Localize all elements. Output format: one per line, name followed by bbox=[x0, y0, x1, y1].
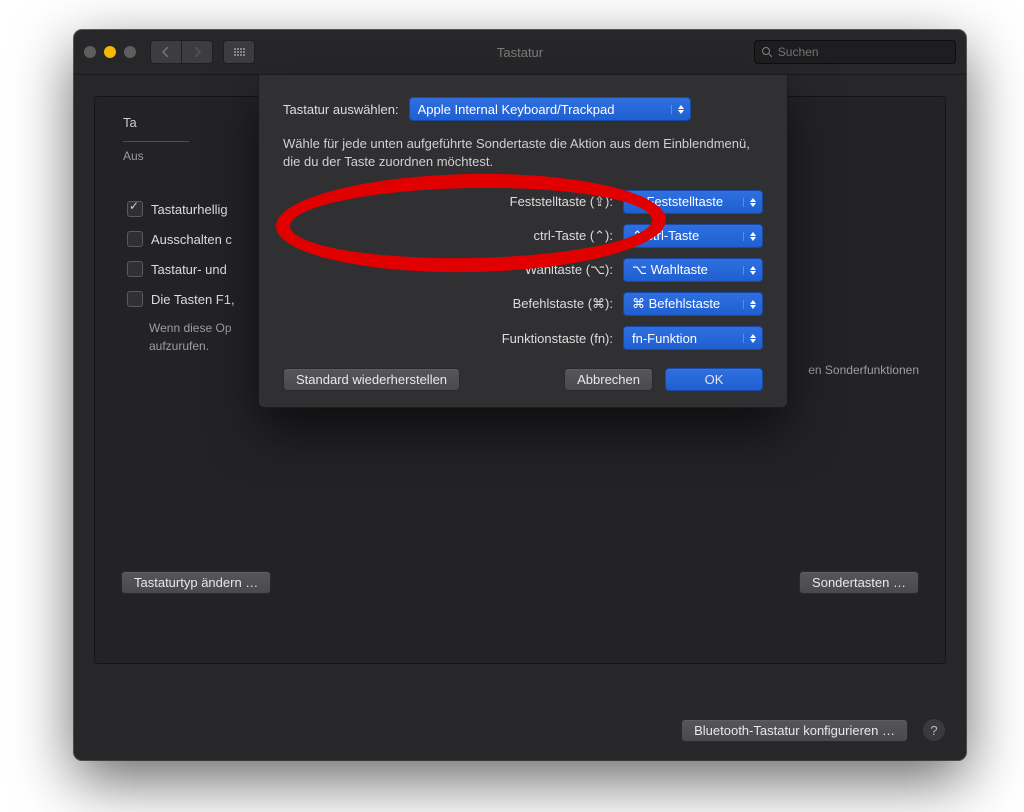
show-all-button[interactable] bbox=[223, 40, 255, 64]
tab-sub-fragment: Aus bbox=[123, 149, 144, 163]
function-label: Funktionstaste (fn): bbox=[502, 331, 613, 346]
chevron-updown-icon bbox=[743, 198, 762, 207]
checkbox-subtext: aufzurufen. bbox=[149, 339, 235, 353]
control-label: ctrl-Taste (⌃): bbox=[533, 228, 613, 244]
preferences-window: Tastatur Ta Aus Tastaturhellig Ausschalt… bbox=[74, 30, 966, 760]
ok-button[interactable]: OK bbox=[665, 368, 763, 391]
close-icon[interactable] bbox=[84, 46, 96, 58]
select-keyboard-dropdown[interactable]: Apple Internal Keyboard/Trackpad bbox=[409, 97, 691, 121]
control-dropdown[interactable]: ⌃ ctrl-Taste bbox=[623, 224, 763, 248]
checkbox-row[interactable]: Tastaturhellig bbox=[127, 201, 235, 217]
sheet-description: Wähle für jede unten aufgeführte Sondert… bbox=[283, 135, 763, 170]
capslock-dropdown[interactable]: ⇪ Feststelltaste bbox=[623, 190, 763, 214]
search-input[interactable] bbox=[776, 44, 949, 60]
cancel-button[interactable]: Abbrechen bbox=[564, 368, 653, 391]
traffic-lights bbox=[84, 46, 136, 58]
panel-bottom-buttons: Tastaturtyp ändern … Sondertasten … bbox=[121, 571, 919, 594]
select-keyboard-label: Tastatur auswählen: bbox=[283, 102, 399, 117]
checkbox-label: Tastatur- und bbox=[151, 262, 227, 277]
dropdown-value: fn-Funktion bbox=[624, 331, 743, 346]
modifier-keys-button[interactable]: Sondertasten … bbox=[799, 571, 919, 594]
dropdown-value: ⌘ Befehlstaste bbox=[624, 296, 743, 312]
checkbox-label: Ausschalten c bbox=[151, 232, 232, 247]
chevron-updown-icon bbox=[743, 266, 762, 275]
help-button[interactable]: ? bbox=[922, 718, 946, 742]
function-dropdown[interactable]: fn-Funktion bbox=[623, 326, 763, 350]
chevron-updown-icon bbox=[743, 334, 762, 343]
dropdown-value: ⌥ Wahltaste bbox=[624, 262, 743, 278]
note-fragment: en Sonderfunktionen bbox=[808, 363, 919, 377]
titlebar: Tastatur bbox=[74, 30, 966, 75]
grid-icon bbox=[234, 48, 245, 56]
change-keyboard-type-button[interactable]: Tastaturtyp ändern … bbox=[121, 571, 271, 594]
nav-buttons bbox=[150, 40, 213, 64]
chevron-updown-icon bbox=[743, 232, 762, 241]
capslock-label: Feststelltaste (⇪): bbox=[510, 194, 613, 210]
search-field[interactable] bbox=[754, 40, 956, 64]
dropdown-value: Apple Internal Keyboard/Trackpad bbox=[410, 102, 671, 117]
checkbox-icon[interactable] bbox=[127, 291, 143, 307]
dropdown-value: ⌃ ctrl-Taste bbox=[624, 228, 743, 244]
bluetooth-keyboard-button[interactable]: Bluetooth-Tastatur konfigurieren … bbox=[681, 719, 908, 742]
command-label: Befehlstaste (⌘): bbox=[513, 296, 613, 312]
search-icon bbox=[761, 46, 772, 58]
chevron-updown-icon bbox=[743, 300, 762, 309]
window-bottom-row: Bluetooth-Tastatur konfigurieren … ? bbox=[681, 718, 946, 742]
checkbox-label: Tastaturhellig bbox=[151, 202, 228, 217]
tab-underline bbox=[123, 141, 189, 142]
zoom-icon[interactable] bbox=[124, 46, 136, 58]
forward-button[interactable] bbox=[181, 40, 213, 64]
checkbox-label: Die Tasten F1, bbox=[151, 292, 235, 307]
option-dropdown[interactable]: ⌥ Wahltaste bbox=[623, 258, 763, 282]
chevron-updown-icon bbox=[671, 105, 690, 114]
checkbox-row[interactable]: Die Tasten F1, bbox=[127, 291, 235, 307]
back-button[interactable] bbox=[150, 40, 182, 64]
dropdown-value: ⇪ Feststelltaste bbox=[624, 194, 743, 210]
checkbox-icon[interactable] bbox=[127, 201, 143, 217]
checkbox-icon[interactable] bbox=[127, 231, 143, 247]
option-label: Wahltaste (⌥): bbox=[525, 262, 613, 278]
checkbox-row[interactable]: Tastatur- und bbox=[127, 261, 235, 277]
modifier-keys-sheet: Tastatur auswählen: Apple Internal Keybo… bbox=[258, 74, 788, 408]
checkbox-icon[interactable] bbox=[127, 261, 143, 277]
checkbox-subtext: Wenn diese Op bbox=[149, 321, 235, 335]
checkbox-list: Tastaturhellig Ausschalten c Tastatur- u… bbox=[127, 201, 235, 353]
checkbox-row[interactable]: Ausschalten c bbox=[127, 231, 235, 247]
minimize-icon[interactable] bbox=[104, 46, 116, 58]
command-dropdown[interactable]: ⌘ Befehlstaste bbox=[623, 292, 763, 316]
restore-defaults-button[interactable]: Standard wiederherstellen bbox=[283, 368, 460, 391]
tab-fragment: Ta bbox=[123, 115, 137, 130]
